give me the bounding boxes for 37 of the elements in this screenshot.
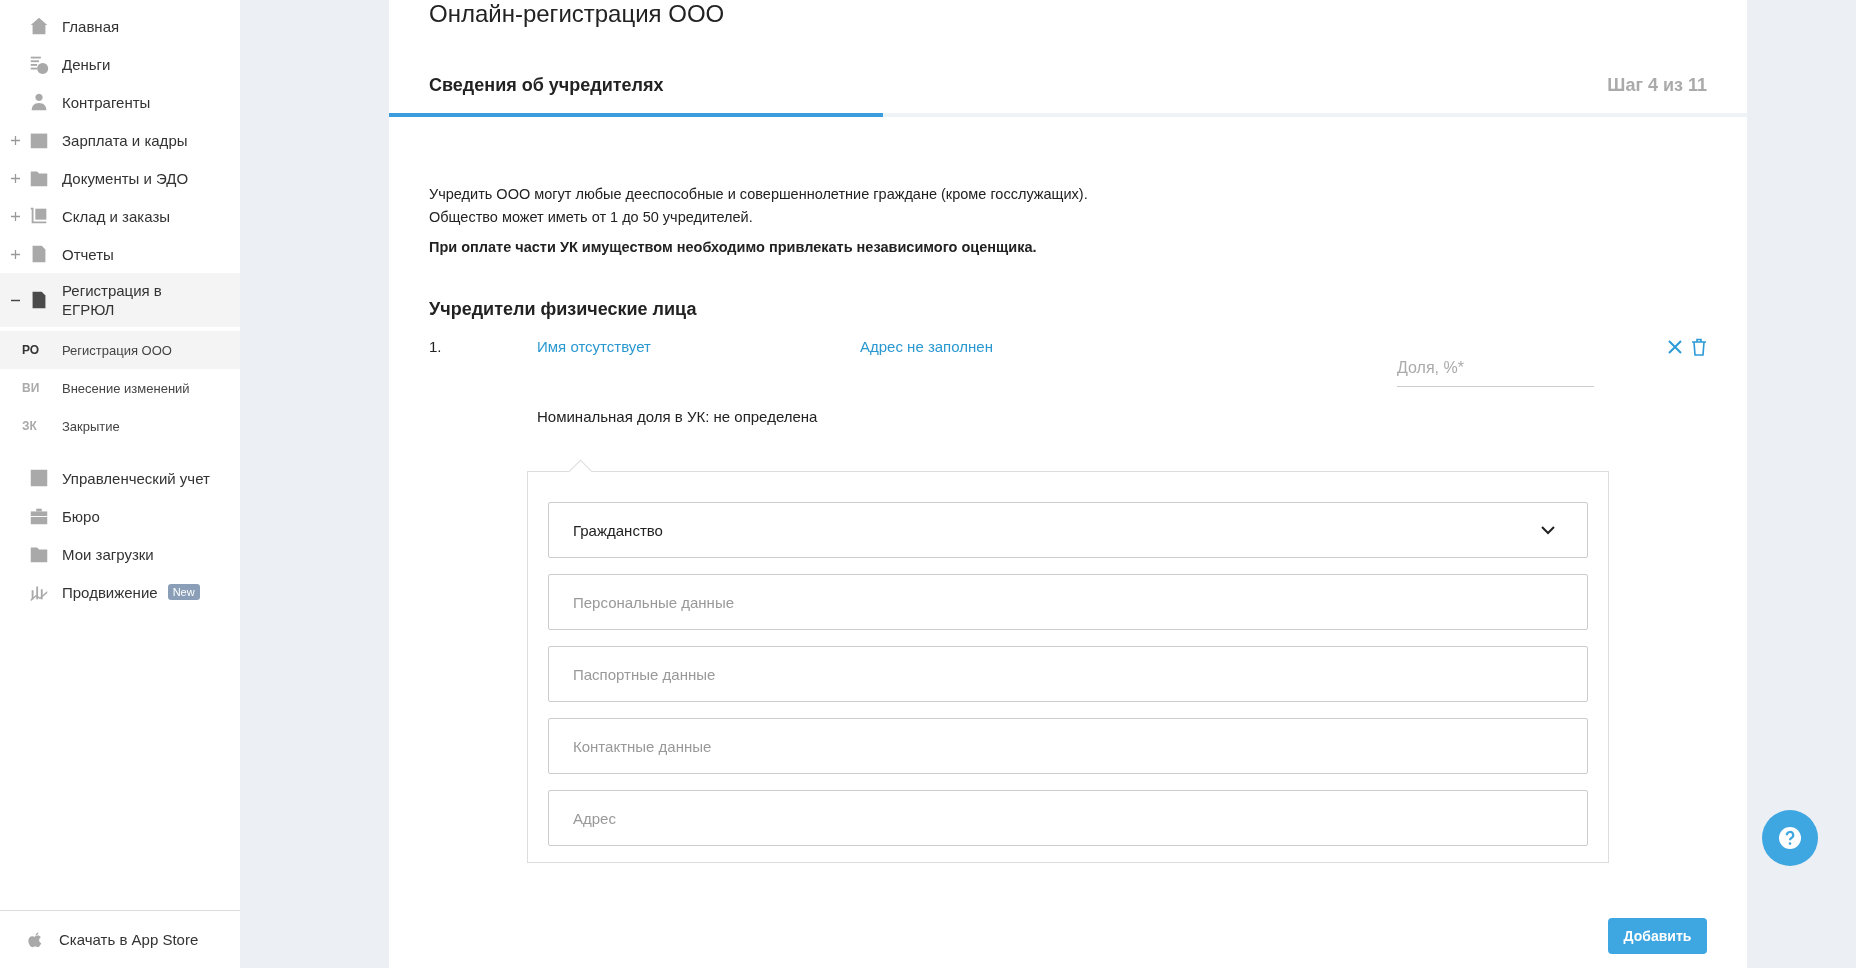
trash-icon[interactable] [1691,338,1707,356]
sidebar-subitem[interactable]: РО Регистрация ООО [0,331,240,369]
plus-icon[interactable] [10,211,20,221]
plus-icon[interactable] [10,249,20,259]
plus-icon[interactable] [10,173,20,183]
citizenship-select[interactable]: Гражданство [548,502,1588,558]
step-counter: Шаг 4 из 11 [1607,74,1707,96]
sidebar-item[interactable]: Управленческий учет [0,459,240,497]
note-text: При оплате части УК имуществом необходимо привлекать независимого оценщика. [429,239,1038,255]
info-text: Общество может иметь от 1 до 50 учредителей. [429,208,754,227]
plus-icon[interactable] [10,135,20,145]
house-icon [28,15,50,37]
info-text: Учредить ООО могут любые дееспособные и совершеннолетние граждане (кроме госслужащих). [429,185,1089,204]
sidebar-item[interactable]: Продвижение New [0,573,240,611]
sidebar-item[interactable]: Отчеты [0,235,240,273]
app-store-link[interactable]: Скачать в App Store [0,910,240,968]
sidebar-item[interactable]: Бюро [0,497,240,535]
help-button[interactable] [1762,810,1818,866]
nominal-share-text: Номинальная доля в УК: не определена [537,408,819,425]
sidebar-item[interactable]: Деньги [0,45,240,83]
sidebar-item[interactable]: Контрагенты [0,83,240,121]
question-icon [1778,826,1802,850]
section-title: Учредители физические лица [429,299,698,320]
row-number: 1. [429,338,443,355]
new-badge: New [167,584,200,600]
sidebar-item[interactable]: Склад и заказы [0,197,240,235]
page-title: Онлайн-регистрация ООО [429,2,726,26]
sidebar-item[interactable]: Главная [0,7,240,45]
sidebar-item[interactable]: Зарплата и кадры [0,121,240,159]
sidebar-item[interactable]: Документы и ЭДО [0,159,240,197]
sidebar-subitem[interactable]: ЗК Закрытие [0,407,240,445]
sidebar-subitem[interactable]: ВИ Внесение изменений [0,369,240,407]
sidebar-item[interactable]: Регистрация в ЕГРЮЛ [0,273,240,327]
close-icon[interactable] [1667,338,1683,356]
step-title: Сведения об учредителях [429,74,664,96]
chevron-down-icon [1541,525,1555,535]
sidebar-item[interactable]: Мои загрузки [0,535,240,573]
